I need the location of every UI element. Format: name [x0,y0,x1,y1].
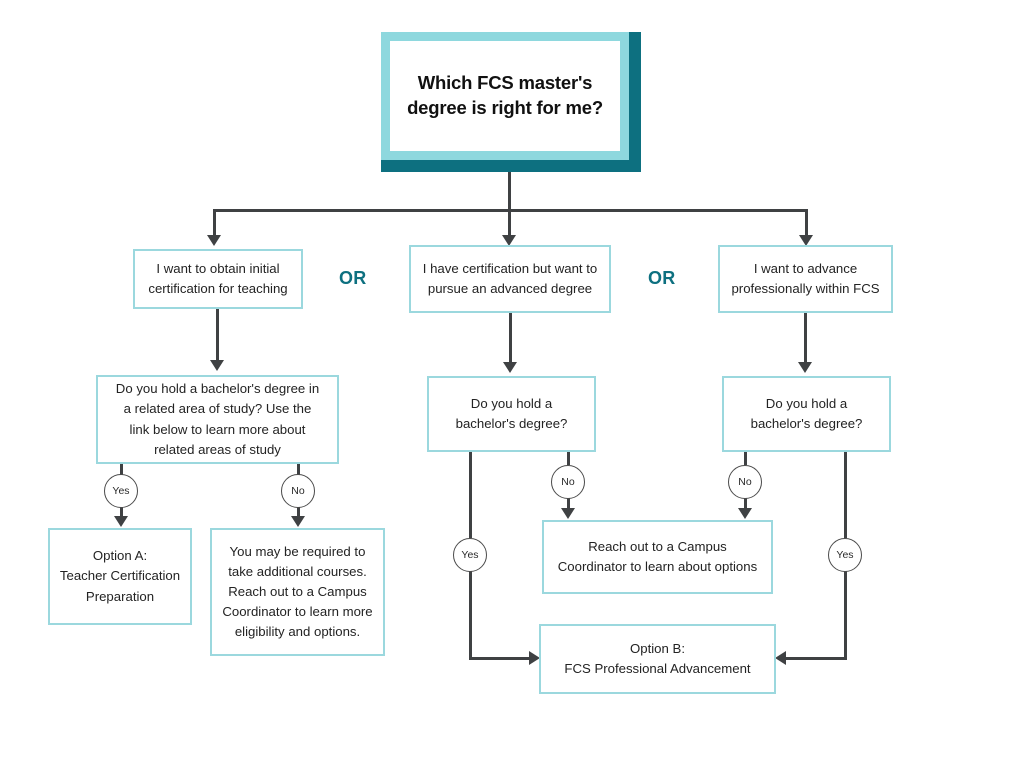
arrowhead-right-no [738,508,752,519]
connector-right-yes-to-option-b [785,657,847,660]
outcome-box-option-b[interactable]: Option B: FCS Professional Advancement [539,624,776,694]
choice-box-right[interactable]: I want to advance professionally within … [718,245,893,313]
arrowhead-root-to-left [207,235,221,246]
bubble-right-no: No [728,465,762,499]
choice-box-right-label: I want to advance professionally within … [731,260,880,296]
flowchart-canvas: Which FCS master's degree is right for m… [0,0,1024,768]
arrowhead-right-yes-option-b [775,651,786,665]
bubble-middle-no: No [551,465,585,499]
arrowhead-middle-question [503,362,517,373]
outcome-box-option-a-label: Option A: Teacher Certification Preparat… [59,548,181,604]
outcome-box-campus-coordinator[interactable]: Reach out to a Campus Coordinator to lea… [542,520,773,594]
choice-box-middle-label: I have certification but want to pursue … [422,260,598,296]
bubble-left-no: No [281,474,315,508]
connector-root-to-left [213,209,216,238]
question-box-middle[interactable]: Do you hold a bachelor's degree? [427,376,596,452]
arrowhead-middle-no [561,508,575,519]
choice-box-middle[interactable]: I have certification but want to pursue … [409,245,611,313]
outcome-box-additional-courses[interactable]: You may be required to take additional c… [210,528,385,656]
outcome-box-additional-courses-label: You may be required to take additional c… [222,543,373,640]
connector-right-yes-down [844,571,847,659]
bubble-right-yes: Yes [828,538,862,572]
question-box-left-label: Do you hold a bachelor's degree in a rel… [115,381,320,457]
connector-middle-no-up [567,452,570,465]
bubble-left-yes: Yes [104,474,138,508]
bubble-middle-yes: Yes [453,538,487,572]
title-card-frame: Which FCS master's degree is right for m… [381,32,641,172]
connector-middle-choice-to-question [509,313,512,365]
or-label-1: OR [339,268,367,288]
outcome-box-option-a[interactable]: Option A: Teacher Certification Preparat… [48,528,192,625]
title-card-inner-band: Which FCS master's degree is right for m… [381,32,629,160]
connector-root-to-right [805,209,808,238]
question-box-middle-label: Do you hold a bachelor's degree? [455,395,568,431]
question-box-right-label: Do you hold a bachelor's degree? [750,395,863,431]
or-label-2: OR [648,268,676,288]
connector-middle-yes-up [469,452,472,538]
diagram-title: Which FCS master's degree is right for m… [407,72,603,118]
connector-right-no-up [744,452,747,465]
arrowhead-right-question [798,362,812,373]
question-box-right[interactable]: Do you hold a bachelor's degree? [722,376,891,452]
arrowhead-left-no [291,516,305,527]
outcome-box-option-b-label: Option B: FCS Professional Advancement [564,640,751,676]
choice-box-left-label: I want to obtain initial certification f… [148,260,288,296]
connector-middle-yes-down [469,571,472,659]
choice-box-left[interactable]: I want to obtain initial certification f… [133,249,303,309]
connector-left-choice-to-question [216,309,219,363]
arrowhead-left-question [210,360,224,371]
arrowhead-left-yes [114,516,128,527]
connector-right-yes-up [844,452,847,538]
connector-root-to-middle [508,209,511,238]
outcome-box-campus-coordinator-label: Reach out to a Campus Coordinator to lea… [557,538,758,574]
connector-title-stub [508,172,511,211]
connector-right-choice-to-question [804,313,807,365]
title-card-body: Which FCS master's degree is right for m… [390,41,620,151]
connector-middle-yes-to-option-b [469,657,532,660]
question-box-left[interactable]: Do you hold a bachelor's degree in a rel… [96,375,339,464]
